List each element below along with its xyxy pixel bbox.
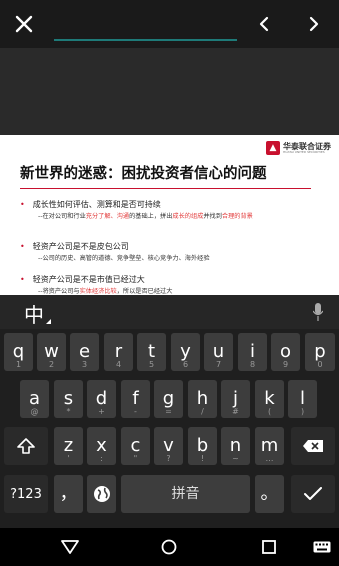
key-k[interactable]: k( [255, 380, 284, 418]
key-l[interactable]: l) [288, 380, 317, 418]
microphone-icon[interactable] [313, 303, 323, 321]
key-e[interactable]: e3 [70, 333, 99, 371]
key-q[interactable]: q1 [4, 333, 33, 371]
document-background [0, 48, 339, 135]
close-button[interactable] [0, 0, 48, 48]
backspace-icon [303, 440, 323, 452]
key-m[interactable]: m… [255, 427, 284, 465]
search-input-underline[interactable] [54, 39, 237, 41]
recents-square-icon [262, 540, 276, 554]
keyboard-toolbar: 中 [0, 295, 339, 329]
backspace-key[interactable] [291, 427, 335, 465]
checkmark-icon [304, 487, 322, 500]
key-h[interactable]: h / [188, 380, 217, 418]
previous-match-button[interactable] [240, 0, 288, 48]
bullet-detail: --在对公司和行业充分了解、沟通的基础上，拼出成长的组成并找到合理的背景 [38, 213, 253, 220]
bullet-detail: --公司的历史、高管的道德、竞争壁垒、核心竞争力、海外经验 [38, 255, 210, 262]
key-r[interactable]: r4 [104, 333, 133, 371]
key-x[interactable]: x: [87, 427, 116, 465]
logo-mark-icon: ▲ [266, 141, 280, 155]
key-f[interactable]: f- [121, 380, 150, 418]
comma-key[interactable]: ， [54, 475, 83, 513]
home-circle-icon [161, 539, 177, 555]
top-toolbar [0, 0, 339, 48]
company-logo: ▲ 华泰联合证券 HUATAI UNITED SECURITIES [266, 141, 331, 155]
shift-icon [17, 438, 35, 454]
period-key[interactable]: 。 [255, 475, 284, 513]
key-i[interactable]: i8 [238, 333, 267, 371]
key-g[interactable]: g = [154, 380, 183, 418]
key-c[interactable]: c " [121, 427, 150, 465]
bullet-heading: • 成长性如何评估、测算和是否可持续 [20, 200, 161, 209]
key-w[interactable]: w2 [37, 333, 66, 371]
bullet-detail: --将资产公司与实体经济比较，所以是否已经过大 [38, 288, 173, 295]
bullet-heading: • 轻资产公司是不是皮包公司 [20, 242, 129, 251]
document-slide[interactable]: ▲ 华泰联合证券 HUATAI UNITED SECURITIES 新世界的迷惑… [0, 135, 339, 295]
next-match-button[interactable] [290, 0, 338, 48]
home-button[interactable] [154, 528, 184, 566]
bullet-icon: • [20, 275, 25, 284]
enter-key[interactable] [291, 475, 335, 513]
symbols-key[interactable]: ?123 [4, 475, 48, 513]
key-t[interactable]: t5 [137, 333, 166, 371]
key-y[interactable]: y6 [171, 333, 200, 371]
language-menu-indicator-icon [46, 319, 51, 324]
keyboard-switch-button[interactable] [308, 528, 336, 566]
logo-name-english: HUATAI UNITED SECURITIES [283, 149, 325, 154]
back-triangle-icon [61, 540, 79, 554]
space-key[interactable]: 拼音 [121, 475, 250, 513]
bullet-icon: • [20, 242, 25, 251]
keyboard-icon [313, 541, 331, 553]
title-divider [20, 188, 311, 189]
key-z[interactable]: z ' [54, 427, 83, 465]
chevron-left-icon [259, 16, 269, 32]
shift-key[interactable] [4, 427, 48, 465]
back-button[interactable] [55, 528, 85, 566]
key-v[interactable]: v? [154, 427, 183, 465]
language-key[interactable] [87, 475, 116, 513]
bullet-heading: • 轻资产公司是不是市值已经过大 [20, 275, 145, 284]
soft-keyboard: 中 q1 w2 e3 r4 t5 y6 u7 i8 o9 p0 a @ s * d +… [0, 295, 339, 528]
key-a[interactable]: a @ [20, 380, 49, 418]
slide-title: 新世界的迷惑：困扰投资者信心的问题 [20, 166, 267, 182]
bullet-icon: • [20, 200, 25, 209]
system-navigation-bar [0, 528, 339, 566]
chevron-right-icon [309, 16, 319, 32]
key-d[interactable]: d + [87, 380, 116, 418]
key-p[interactable]: p0 [305, 333, 335, 371]
key-j[interactable]: j # [221, 380, 250, 418]
key-b[interactable]: b! [188, 427, 217, 465]
globe-icon [93, 486, 110, 502]
close-icon [15, 15, 33, 33]
key-o[interactable]: o9 [271, 333, 300, 371]
language-switch[interactable]: 中 [24, 299, 44, 328]
key-u[interactable]: u7 [204, 333, 233, 371]
recents-button[interactable] [254, 528, 284, 566]
key-n[interactable]: n ~ [221, 427, 250, 465]
key-s[interactable]: s * [54, 380, 83, 418]
